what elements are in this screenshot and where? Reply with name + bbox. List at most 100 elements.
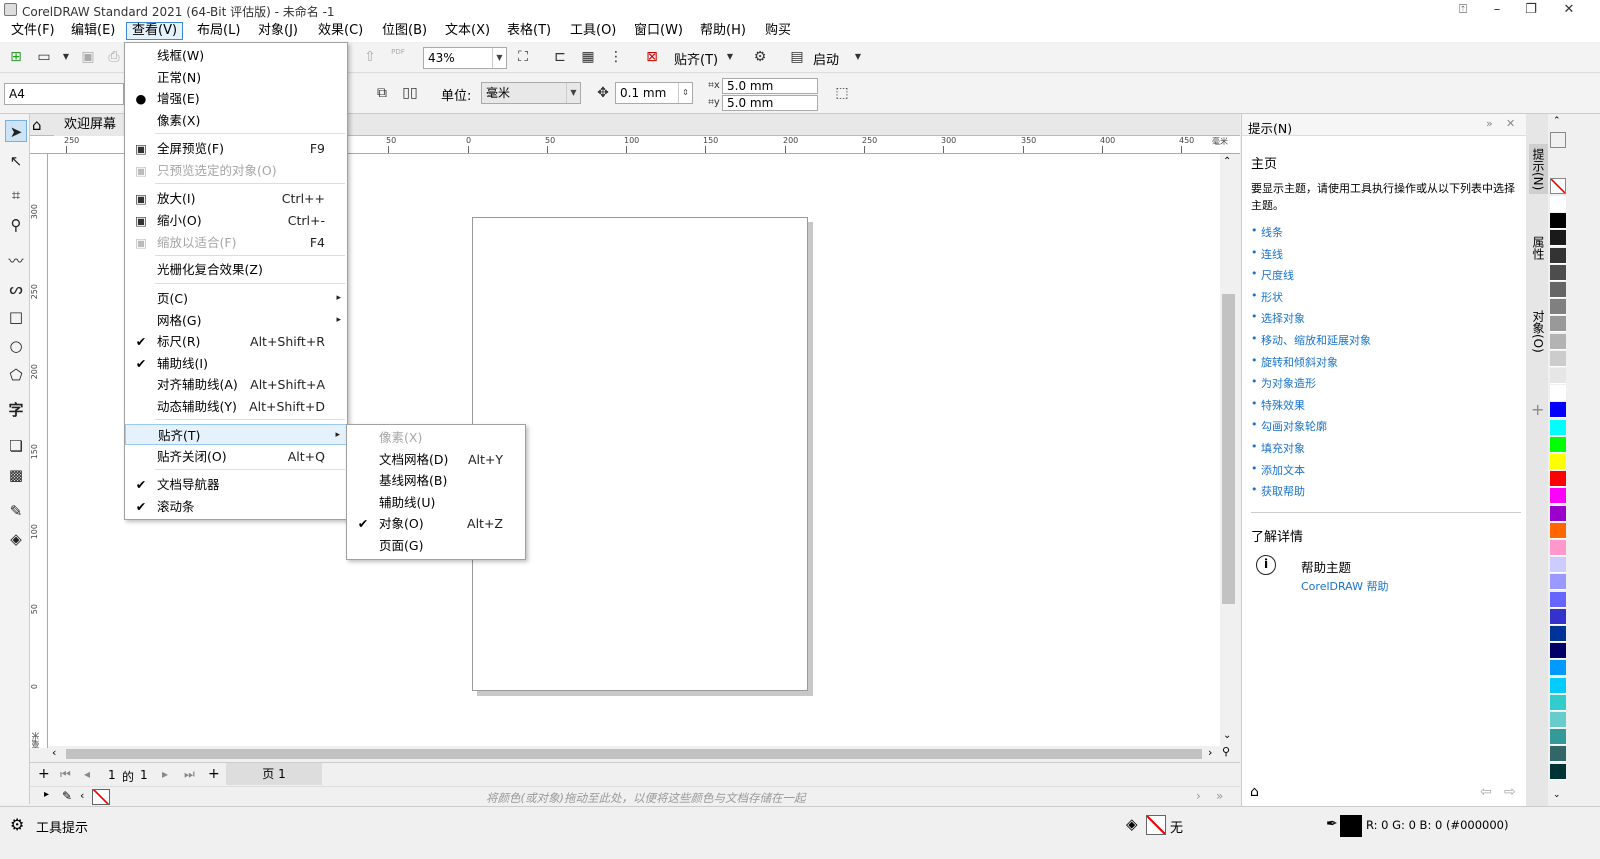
export-icon[interactable]: ⇧ bbox=[360, 47, 380, 67]
color-swatch[interactable] bbox=[1550, 712, 1566, 728]
color-swatch[interactable] bbox=[1550, 488, 1566, 505]
next-page-icon[interactable]: ▸ bbox=[162, 767, 168, 781]
color-swatch[interactable] bbox=[1550, 608, 1566, 625]
palette-scroll-right-icon[interactable]: › bbox=[1196, 789, 1201, 803]
palette-up-icon[interactable]: ⌃ bbox=[1553, 116, 1561, 126]
color-swatch[interactable] bbox=[1550, 677, 1566, 694]
gear-icon[interactable]: ⚙ bbox=[750, 47, 770, 67]
snap-icon[interactable]: ⊠ bbox=[642, 47, 662, 67]
fill-tool-icon[interactable]: ◈ bbox=[5, 528, 27, 550]
color-swatch[interactable] bbox=[1550, 471, 1566, 488]
duplicate-x-input[interactable]: 5.0 mm bbox=[722, 78, 818, 94]
back-arrow-icon[interactable]: ⇦ bbox=[1480, 784, 1492, 800]
rulers-icon[interactable]: ⊏ bbox=[550, 47, 570, 67]
first-page-icon[interactable]: ⏮ bbox=[60, 767, 71, 782]
menu-option[interactable]: 文档网格(D) Alt+Y bbox=[347, 449, 525, 470]
collapse-icon[interactable]: » bbox=[1486, 117, 1493, 130]
gear-icon[interactable]: ⚙ bbox=[10, 815, 24, 834]
open-dropdown-icon[interactable]: ▼ bbox=[56, 47, 76, 67]
menu-item[interactable]: 效果(C) bbox=[313, 22, 368, 40]
text-tool-icon[interactable]: 字 bbox=[5, 399, 27, 421]
color-swatch[interactable] bbox=[1550, 213, 1566, 230]
minimize-button[interactable]: – bbox=[1480, 0, 1514, 20]
menu-item[interactable]: 布局(L) bbox=[192, 22, 245, 40]
transparency-tool-icon[interactable]: ▩ bbox=[5, 464, 27, 486]
document-palette[interactable]: ▸ ✎ ‹ 将颜色(或对象)拖动至此处，以便将这些颜色与文档存储在一起 › » bbox=[30, 786, 1240, 806]
zoom-corner-icon[interactable]: ⚲ bbox=[1222, 745, 1230, 758]
color-swatch[interactable] bbox=[1550, 505, 1566, 522]
side-tab[interactable]: 提示(N) bbox=[1529, 144, 1548, 195]
menu-item[interactable]: 编辑(E) bbox=[66, 22, 120, 40]
no-color-swatch[interactable] bbox=[92, 789, 110, 805]
fill-none-swatch[interactable] bbox=[1146, 815, 1166, 835]
spinner-icon[interactable]: ⇕ bbox=[678, 83, 692, 103]
scroll-up-icon[interactable]: ⌃ bbox=[1223, 156, 1231, 167]
open-folder-icon[interactable]: ▭ bbox=[34, 47, 54, 67]
color-swatch[interactable] bbox=[1550, 746, 1566, 763]
home-icon[interactable]: ⌂ bbox=[32, 116, 48, 134]
hint-topic-link[interactable]: 添加文本 bbox=[1261, 462, 1305, 478]
color-swatch[interactable] bbox=[1550, 419, 1566, 436]
zoom-tool-icon[interactable]: ⚲ bbox=[5, 214, 27, 236]
snap-to-label[interactable]: 贴齐(T) bbox=[674, 49, 718, 68]
color-swatch[interactable] bbox=[1550, 299, 1566, 316]
color-swatch[interactable] bbox=[1550, 333, 1566, 350]
menu-option[interactable]: ✔ 文档导航器 bbox=[125, 474, 347, 495]
color-swatch[interactable] bbox=[1550, 557, 1566, 574]
menu-option[interactable]: ▣ 缩放以适合(F) F4 bbox=[125, 232, 347, 253]
artistic-media-icon[interactable]: ᔕ bbox=[5, 278, 27, 300]
rectangle-tool-icon[interactable]: □ bbox=[5, 306, 27, 328]
eyedropper-tool-icon[interactable]: ✎ bbox=[5, 500, 27, 522]
hint-topic-link[interactable]: 选择对象 bbox=[1261, 310, 1305, 326]
menu-option[interactable]: 线框(W) bbox=[125, 45, 347, 66]
color-swatch[interactable] bbox=[1550, 196, 1566, 212]
color-swatch[interactable] bbox=[1550, 316, 1566, 333]
guidelines-icon[interactable]: ⋮ bbox=[606, 47, 626, 67]
hint-topic-link[interactable]: 线条 bbox=[1261, 224, 1283, 240]
pick-tool-icon[interactable]: ➤ bbox=[5, 120, 27, 142]
color-swatch[interactable] bbox=[1550, 385, 1566, 402]
side-tab[interactable]: 对象(O) bbox=[1529, 306, 1548, 357]
vertical-scroll-thumb[interactable] bbox=[1222, 294, 1235, 604]
help-window-icon[interactable]: ⍐ bbox=[1446, 0, 1480, 20]
shadow-tool-icon[interactable]: ❏ bbox=[5, 435, 27, 457]
menu-option[interactable]: 页面(G) bbox=[347, 535, 525, 556]
full-screen-icon[interactable]: ⛶ bbox=[513, 47, 533, 67]
ellipse-tool-icon[interactable]: ○ bbox=[5, 335, 27, 357]
horizontal-scrollbar[interactable]: ‹ › bbox=[48, 746, 1220, 762]
color-swatch[interactable] bbox=[1550, 643, 1566, 660]
menu-item[interactable]: 位图(B) bbox=[377, 22, 432, 40]
launch-label[interactable]: 启动 bbox=[813, 49, 839, 68]
treat-as-filled-icon[interactable]: ⬚ bbox=[832, 83, 852, 103]
crop-tool-icon[interactable]: ⌗ bbox=[5, 184, 27, 206]
menu-option[interactable]: 辅助线(U) bbox=[347, 492, 525, 513]
portrait-icon[interactable]: ⧉ bbox=[372, 83, 392, 103]
menu-item[interactable]: 购买 bbox=[760, 22, 796, 40]
menu-option[interactable]: 对齐辅助线(A) Alt+Shift+A bbox=[125, 374, 347, 395]
menu-option[interactable]: ▣ 全屏预览(F) F9 bbox=[125, 138, 347, 159]
scroll-down-icon[interactable]: ⌄ bbox=[1223, 730, 1231, 741]
close-button[interactable]: ✕ bbox=[1552, 0, 1586, 20]
palette-expand-icon[interactable]: » bbox=[1216, 789, 1223, 803]
scroll-left-icon[interactable]: ‹ bbox=[52, 746, 56, 759]
color-swatch[interactable] bbox=[1550, 368, 1566, 384]
menu-option[interactable]: ✔ 对象(O) Alt+Z bbox=[347, 513, 525, 534]
new-document-icon[interactable]: ⊞ bbox=[6, 47, 26, 67]
grid-icon[interactable]: ▦ bbox=[578, 47, 598, 67]
menu-item[interactable]: 文本(X) bbox=[440, 22, 495, 40]
palette-no-color[interactable] bbox=[1550, 178, 1566, 194]
menu-item[interactable]: 对象(J) bbox=[253, 22, 303, 40]
menu-option[interactable]: 像素(X) bbox=[125, 110, 347, 131]
vertical-scrollbar[interactable]: ⌃ ⌄ bbox=[1220, 154, 1237, 748]
hint-topic-link[interactable]: 连线 bbox=[1261, 246, 1283, 262]
restore-button[interactable]: ❐ bbox=[1514, 0, 1548, 20]
color-swatch[interactable] bbox=[1550, 454, 1566, 470]
color-swatch[interactable] bbox=[1550, 694, 1566, 711]
zoom-level-combo[interactable]: 43% ▼ bbox=[423, 47, 507, 69]
color-swatch[interactable] bbox=[1550, 660, 1566, 677]
save-icon[interactable]: ▣ bbox=[78, 47, 98, 67]
duplicate-y-input[interactable]: 5.0 mm bbox=[722, 95, 818, 111]
menu-item[interactable]: 窗口(W) bbox=[629, 22, 688, 40]
page-size-combo[interactable]: A4 bbox=[4, 83, 124, 105]
vertical-ruler[interactable]: 300 250 200 150 100 50 0 毫米 bbox=[30, 154, 48, 748]
